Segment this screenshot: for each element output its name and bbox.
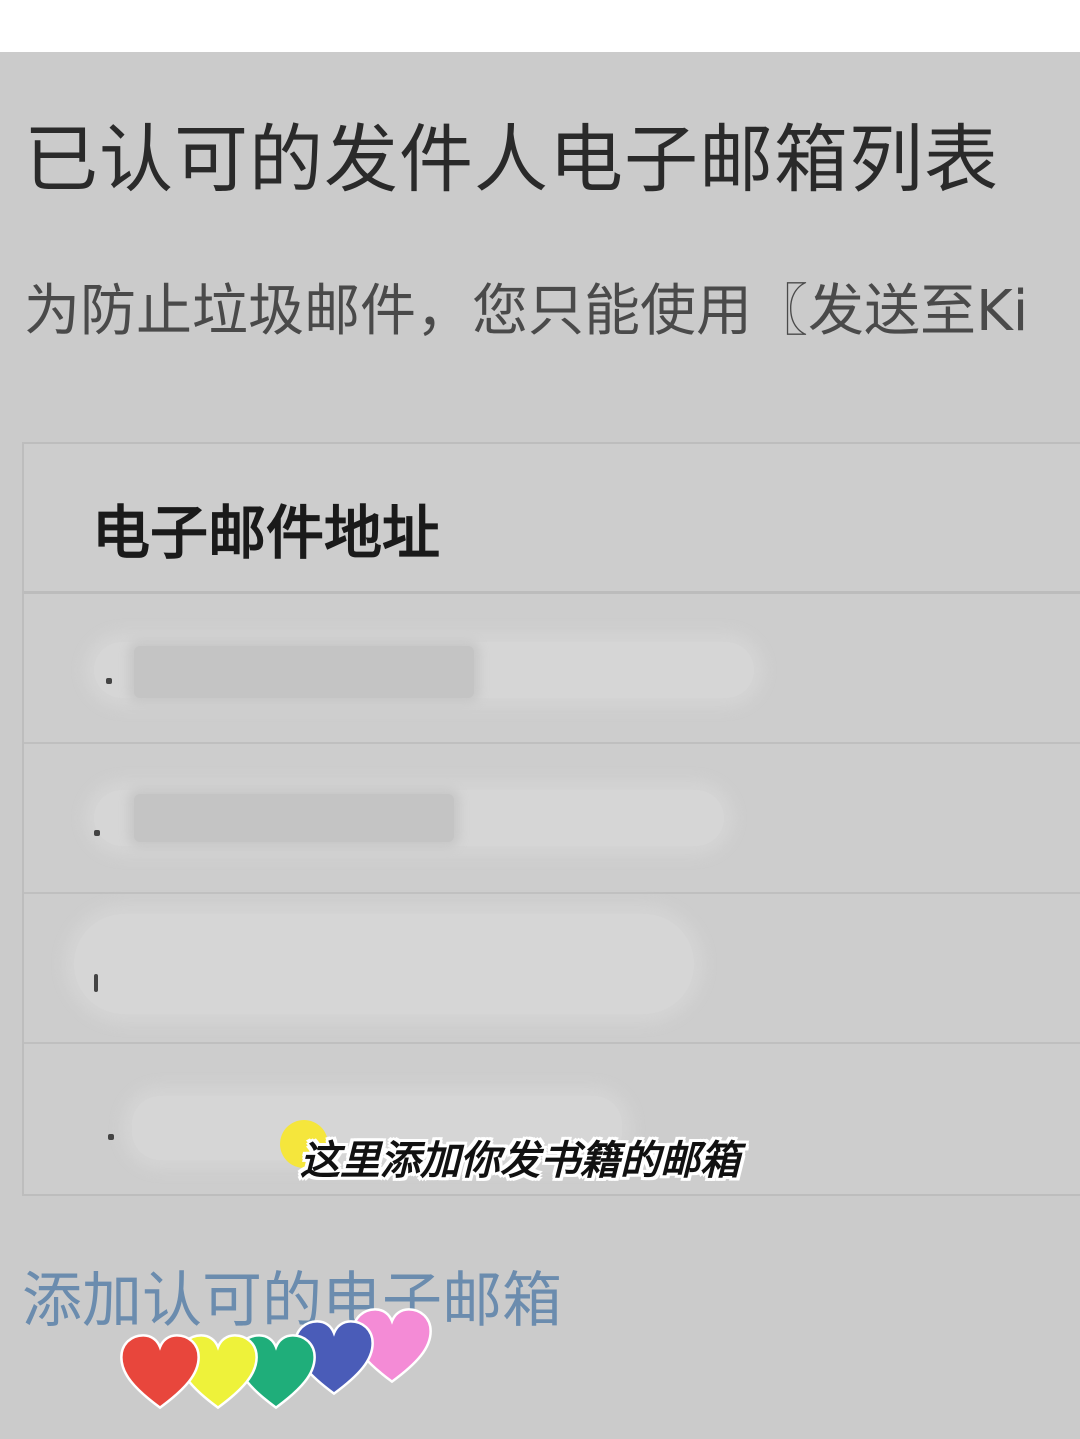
redacted-email-mask <box>134 794 454 842</box>
heart-icon <box>120 1334 200 1410</box>
annotation-text: 这里添加你发书籍的邮箱 <box>300 1137 740 1184</box>
page-title: 已认可的发件人电子邮箱列表 <box>24 117 999 203</box>
table-row[interactable] <box>24 594 1080 744</box>
table-header: 电子邮件地址 <box>24 444 1080 594</box>
approved-email-table: 电子邮件地址 <box>22 442 1080 1196</box>
table-row[interactable] <box>24 744 1080 894</box>
page-description: 为防止垃圾邮件，您只能使用〖发送至Ki <box>24 279 1029 344</box>
text-fragment <box>94 974 98 992</box>
redacted-email <box>74 914 694 1014</box>
column-header-email: 电子邮件地址 <box>92 499 441 567</box>
redacted-email-mask <box>134 646 474 698</box>
hearts-decoration <box>118 1308 432 1432</box>
text-fragment <box>106 678 112 684</box>
text-fragment <box>94 830 100 836</box>
table-row[interactable] <box>24 894 1080 1044</box>
text-fragment <box>108 1134 114 1140</box>
